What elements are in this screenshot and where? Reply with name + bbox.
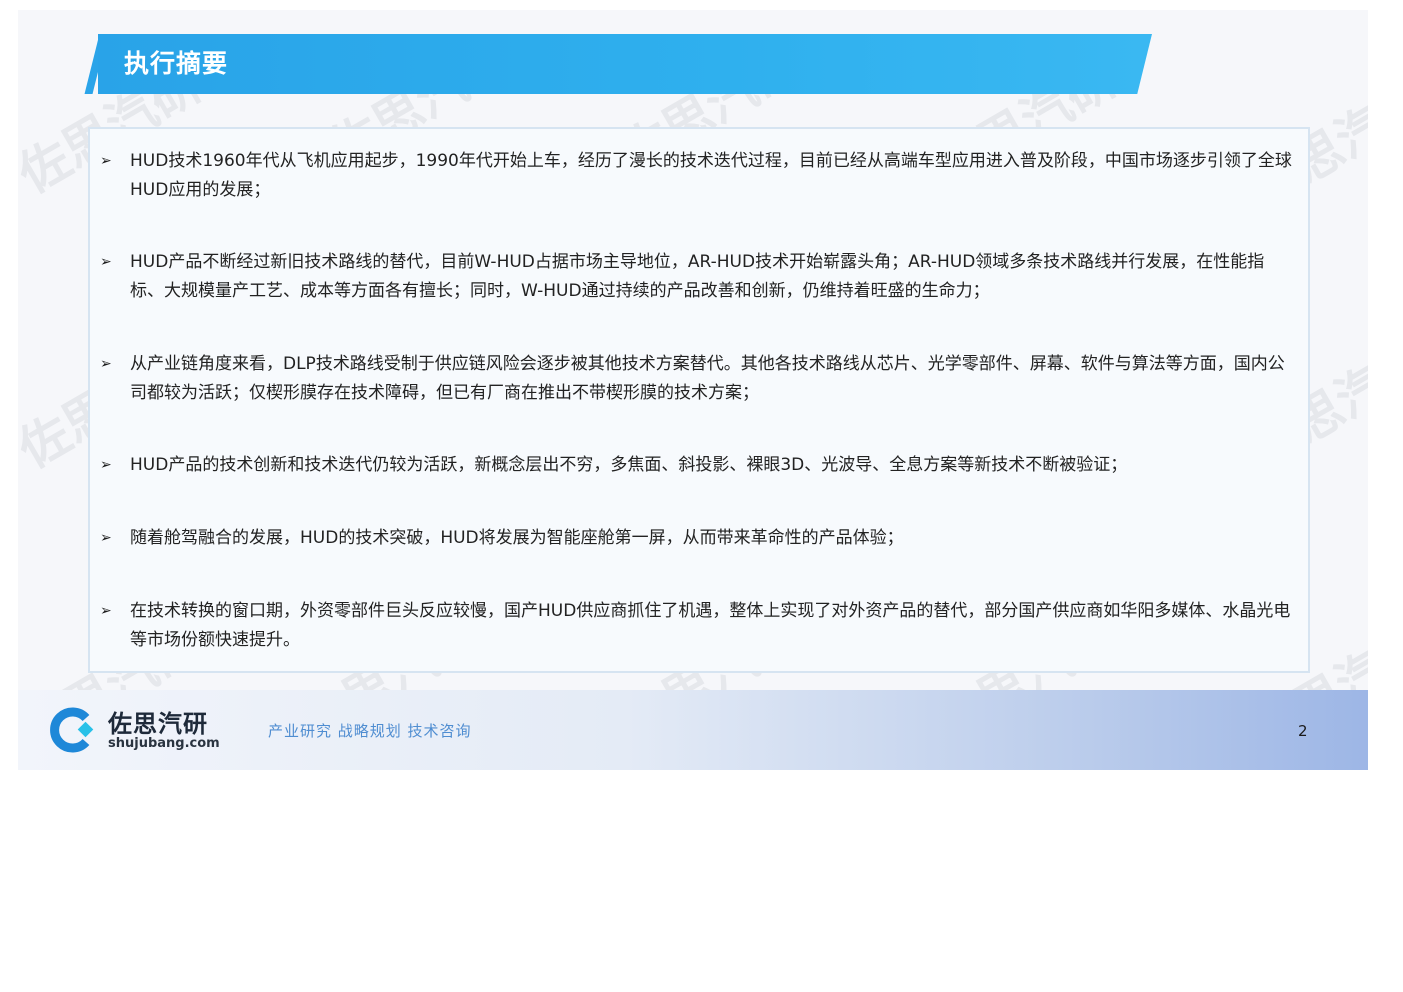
page-number: 2: [1298, 722, 1308, 740]
arrow-bullet-icon: ➢: [100, 153, 112, 169]
tagline: 产业研究 战略规划 技术咨询: [268, 722, 472, 740]
list-item: ➢ 从产业链角度来看，DLP技术路线受制于供应链风险会逐步被其他技术方案替代。其…: [100, 350, 1296, 408]
title-bar: [98, 34, 1152, 94]
list-item: ➢ HUD产品的技术创新和技术迭代仍较为活跃，新概念层出不穷，多焦面、斜投影、裸…: [100, 451, 1296, 480]
brand-logo-icon: [50, 707, 94, 753]
bullet-text: 在技术转换的窗口期，外资零部件巨头反应较慢，国产HUD供应商抓住了机遇，整体上实…: [130, 601, 1291, 650]
summary-box: ➢ HUD技术1960年代从飞机应用起步，1990年代开始上车，经历了漫长的技术…: [88, 127, 1310, 673]
page-title: 执行摘要: [124, 49, 229, 78]
bullet-text: HUD技术1960年代从飞机应用起步，1990年代开始上车，经历了漫长的技术迭代…: [130, 151, 1292, 200]
bullet-text: 随着舱驾融合的发展，HUD的技术突破，HUD将发展为智能座舱第一屏，从而带来革命…: [130, 528, 904, 548]
list-item: ➢ HUD技术1960年代从飞机应用起步，1990年代开始上车，经历了漫长的技术…: [100, 147, 1296, 205]
list-item: ➢ HUD产品不断经过新旧技术路线的替代，目前W-HUD占据市场主导地位，AR-…: [100, 248, 1296, 306]
brand-name: 佐思汽研: [108, 710, 208, 738]
arrow-bullet-icon: ➢: [100, 530, 112, 546]
arrow-bullet-icon: ➢: [100, 457, 112, 473]
list-item: ➢ 在技术转换的窗口期，外资零部件巨头反应较慢，国产HUD供应商抓住了机遇，整体…: [100, 597, 1296, 655]
arrow-bullet-icon: ➢: [100, 356, 112, 372]
brand-url: shujubang.com: [108, 736, 220, 751]
arrow-bullet-icon: ➢: [100, 603, 112, 619]
bullet-text: HUD产品的技术创新和技术迭代仍较为活跃，新概念层出不穷，多焦面、斜投影、裸眼3…: [130, 455, 1128, 475]
bullet-text: 从产业链角度来看，DLP技术路线受制于供应链风险会逐步被其他技术方案替代。其他各…: [130, 354, 1285, 403]
footer: 佐思汽研 shujubang.com 产业研究 战略规划 技术咨询 2: [18, 690, 1368, 770]
bullet-text: HUD产品不断经过新旧技术路线的替代，目前W-HUD占据市场主导地位，AR-HU…: [130, 252, 1265, 301]
slide: 佐思汽研 佐思汽研 佐思汽研 佐思汽研 佐思汽研 佐思汽研 佐思汽研 佐思汽研 …: [18, 10, 1368, 770]
arrow-bullet-icon: ➢: [100, 254, 112, 270]
list-item: ➢ 随着舱驾融合的发展，HUD的技术突破，HUD将发展为智能座舱第一屏，从而带来…: [100, 524, 1296, 553]
